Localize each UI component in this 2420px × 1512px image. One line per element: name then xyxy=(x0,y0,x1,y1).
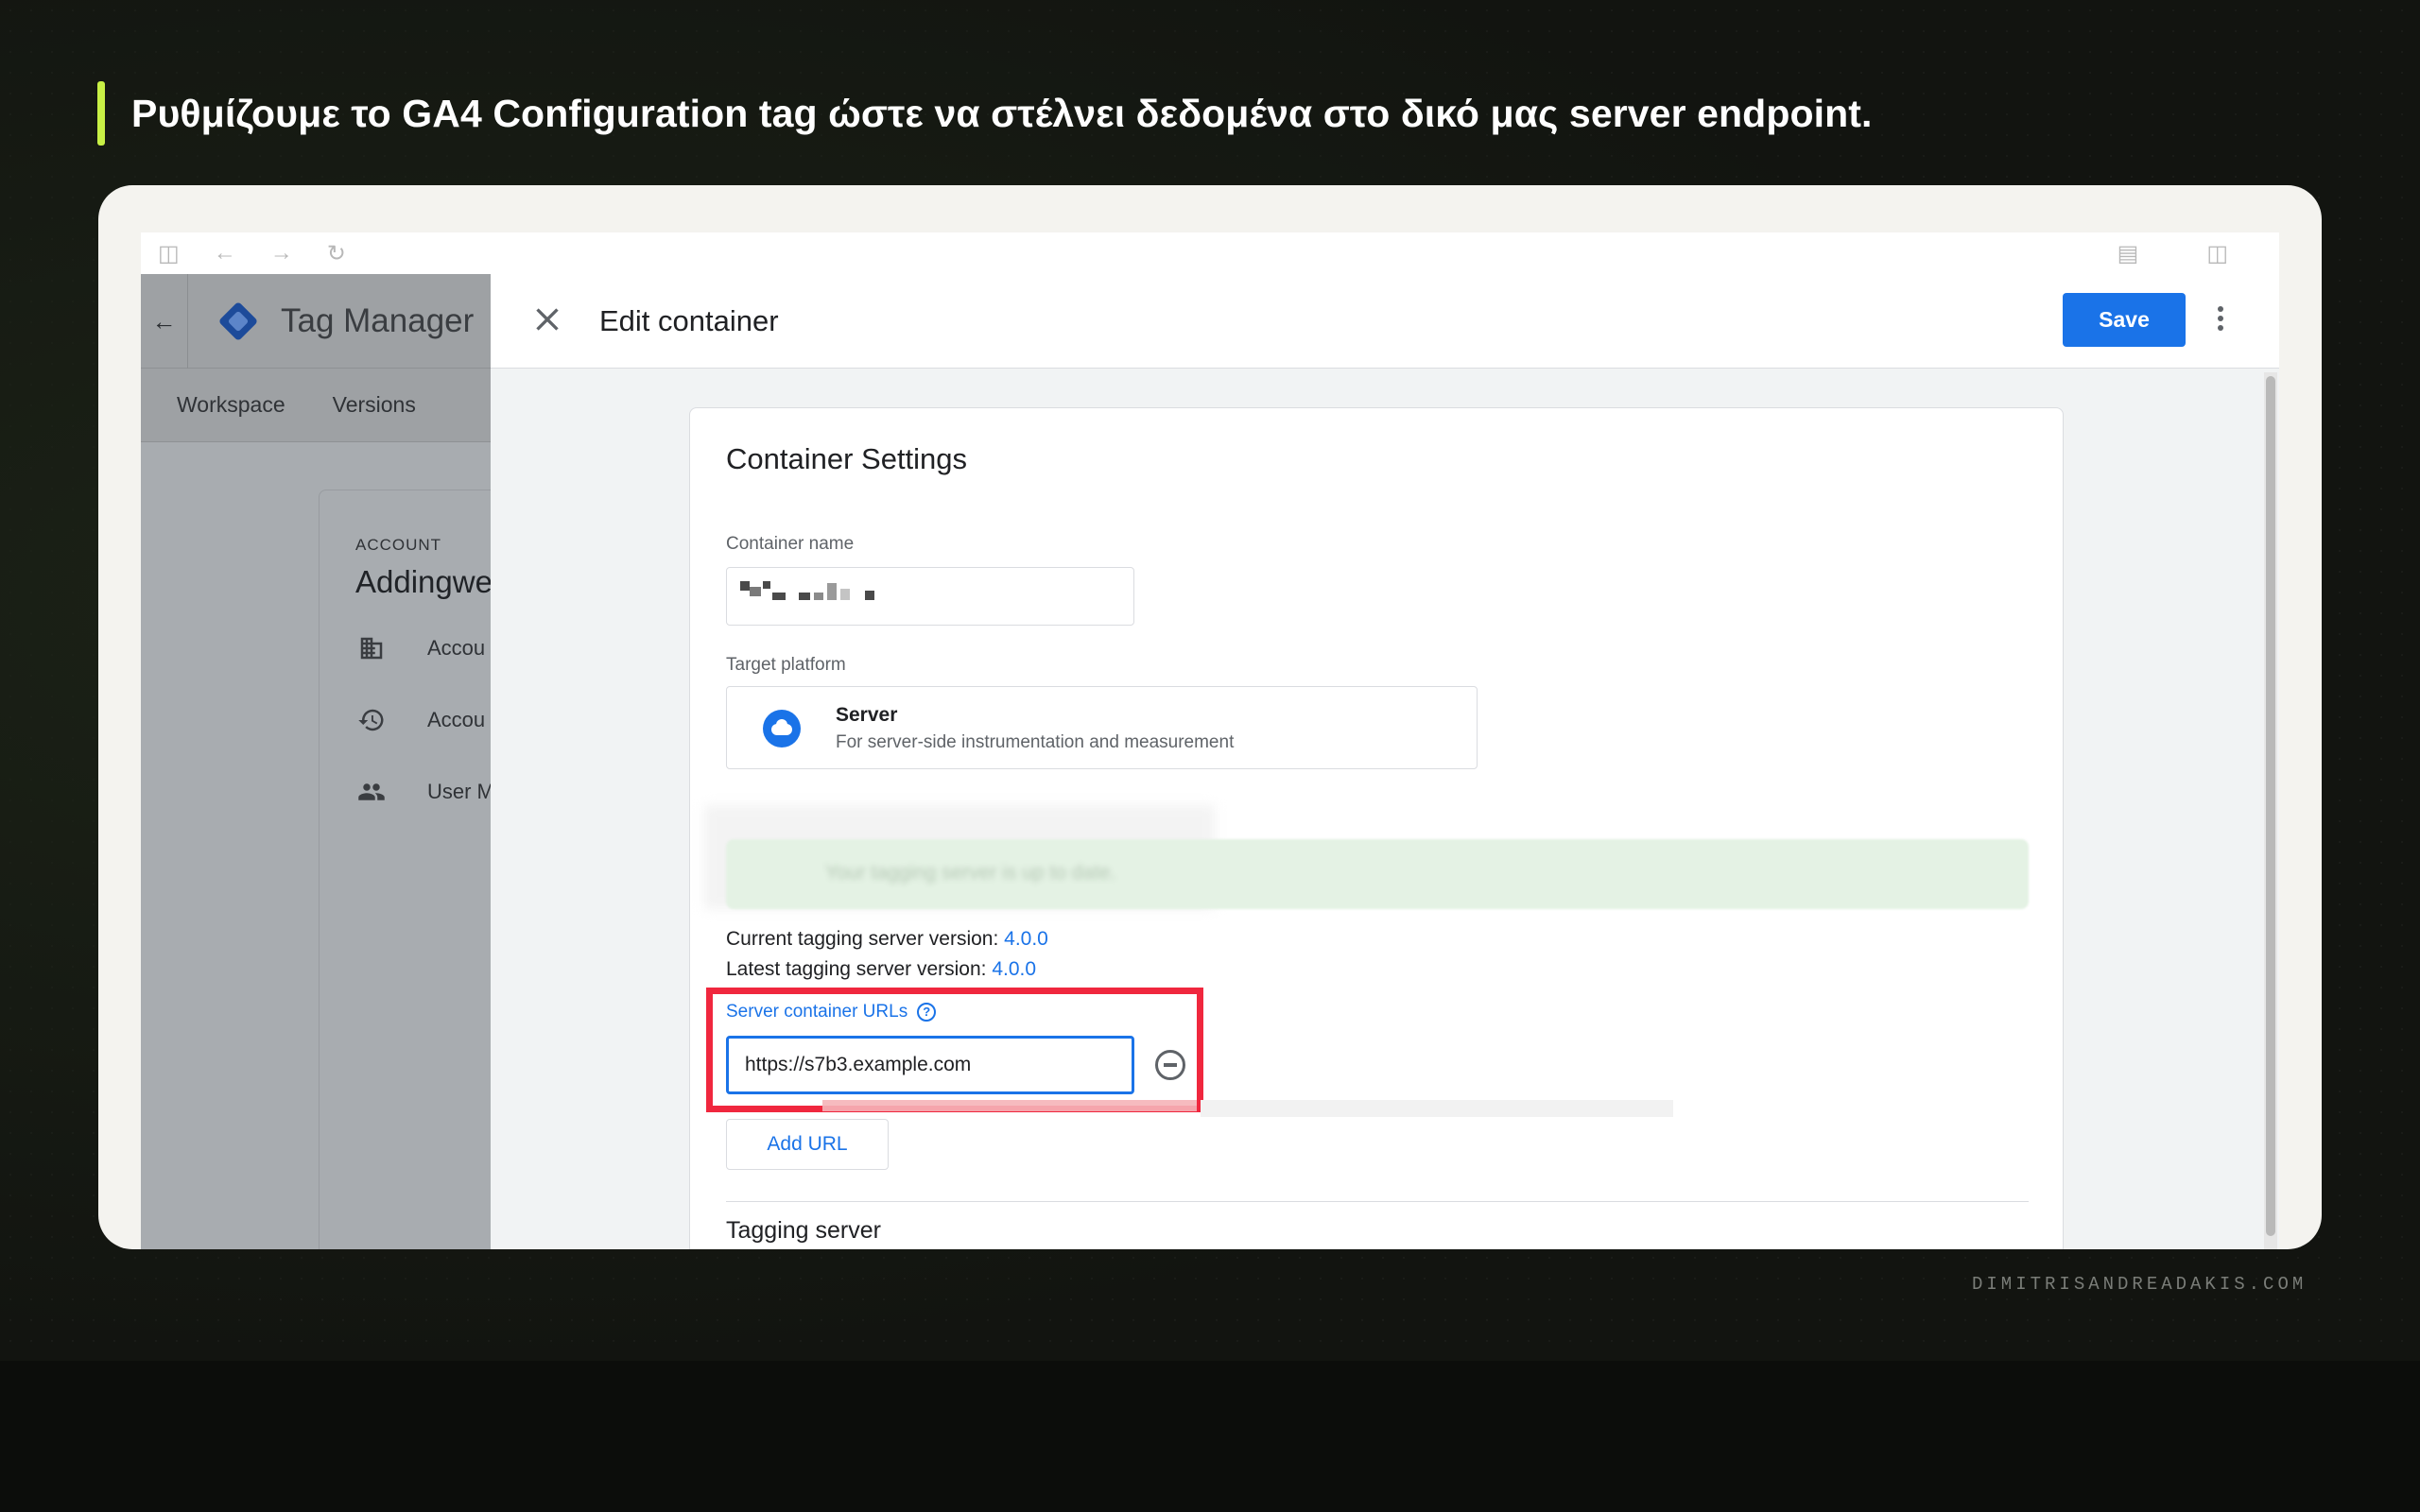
edit-container-panel: Edit container Save Container Settings C… xyxy=(491,274,2279,1249)
status-banner-text: Your tagging server is up to date. xyxy=(825,862,1116,884)
section-divider xyxy=(726,1201,2029,1202)
current-version-line: Current tagging server version: 4.0.0 xyxy=(726,928,1048,951)
server-urls-label: Server container URLs ? xyxy=(726,1002,937,1022)
scrollbar[interactable] xyxy=(2264,372,2277,1249)
highlight-artifact xyxy=(822,1100,1197,1111)
current-version-link[interactable]: 4.0.0 xyxy=(1004,928,1048,950)
scrollbar-thumb[interactable] xyxy=(2266,376,2275,1236)
back-arrow-icon[interactable]: ← xyxy=(214,240,236,266)
server-url-input[interactable] xyxy=(726,1036,1134,1094)
container-settings-card: Container Settings Container name Target… xyxy=(689,407,2064,1249)
menu-item-label: Accou xyxy=(427,708,486,731)
forward-arrow-icon[interactable]: → xyxy=(270,240,293,266)
add-url-button[interactable]: Add URL xyxy=(726,1119,889,1170)
menu-item-label: User M xyxy=(427,780,491,803)
menu-item-account-settings[interactable]: Accou xyxy=(355,632,485,664)
back-arrow-icon[interactable]: ← xyxy=(141,274,188,369)
panel-title: Edit container xyxy=(599,304,779,337)
footer-band xyxy=(0,1361,2420,1512)
latest-version-label: Latest tagging server version: xyxy=(726,958,987,980)
headline: Ρυθμίζουμε το GA4 Configuration tag ώστε… xyxy=(97,81,1873,146)
watermark: DIMITRISANDREADAKIS.COM xyxy=(1972,1274,2308,1295)
account-name: Addingwe xyxy=(355,564,491,599)
reload-icon[interactable]: ↻ xyxy=(327,240,346,267)
container-name-label: Container name xyxy=(726,534,855,554)
server-urls-label-text: Server container URLs xyxy=(726,1002,908,1022)
account-panel: ACCOUNT Addingwe Accou Accou User M xyxy=(319,490,491,1249)
help-icon[interactable]: ? xyxy=(917,1003,937,1022)
tag-manager-header: ← Tag Manager xyxy=(141,274,491,369)
browser-toolbar: ◫ ← → ↻ ▤ ◫ xyxy=(141,232,2279,274)
users-icon xyxy=(355,776,388,808)
platform-description: For server-side instrumentation and meas… xyxy=(836,732,1235,752)
headline-text: Ρυθμίζουμε το GA4 Configuration tag ώστε… xyxy=(131,91,1873,135)
history-icon xyxy=(355,704,388,736)
container-name-input[interactable] xyxy=(726,567,1134,626)
more-vert-icon[interactable] xyxy=(2211,302,2230,340)
account-label: ACCOUNT xyxy=(355,536,442,554)
app-name: Tag Manager xyxy=(281,301,475,339)
tagging-server-heading: Tagging server xyxy=(726,1217,881,1244)
platform-name: Server xyxy=(836,704,898,726)
close-icon[interactable] xyxy=(528,301,566,338)
building-icon xyxy=(355,632,388,664)
tag-manager-logo-icon xyxy=(216,300,260,343)
extensions-icon[interactable]: ▤ xyxy=(2118,240,2139,267)
blurred-artifact xyxy=(1201,1100,1673,1117)
tab-bar: Workspace Versions xyxy=(141,369,491,442)
save-button[interactable]: Save xyxy=(2063,293,2186,347)
sidebar-icon[interactable]: ◫ xyxy=(158,240,180,267)
tag-manager-background: ← Tag Manager Workspace Versions ACCOUNT… xyxy=(141,274,491,1249)
status-banner: Your tagging server is up to date. xyxy=(726,839,2029,909)
browser-window: ◫ ← → ↻ ▤ ◫ ← Tag Manager Workspace Vers… xyxy=(141,232,2279,1249)
current-version-label: Current tagging server version: xyxy=(726,928,999,950)
tab-workspace[interactable]: Workspace xyxy=(177,392,285,418)
target-platform-label: Target platform xyxy=(726,655,846,675)
platform-option-server[interactable]: Server For server-side instrumentation a… xyxy=(726,686,1478,769)
settings-heading: Container Settings xyxy=(726,442,968,475)
tab-versions[interactable]: Versions xyxy=(333,392,416,418)
latest-version-line: Latest tagging server version: 4.0.0 xyxy=(726,958,1036,981)
menu-item-label: Accou xyxy=(427,636,486,660)
menu-item-user-management[interactable]: User M xyxy=(355,776,491,808)
reader-icon[interactable]: ◫ xyxy=(2206,240,2228,267)
remove-circle-icon[interactable] xyxy=(1155,1050,1185,1080)
screenshot-card: ◫ ← → ↻ ▤ ◫ ← Tag Manager Workspace Vers… xyxy=(98,185,2322,1249)
edit-header: Edit container Save xyxy=(491,274,2279,369)
latest-version-link[interactable]: 4.0.0 xyxy=(992,958,1036,980)
cloud-icon xyxy=(763,710,801,747)
menu-item-account-activity[interactable]: Accou xyxy=(355,704,485,736)
accent-bar xyxy=(97,81,105,146)
